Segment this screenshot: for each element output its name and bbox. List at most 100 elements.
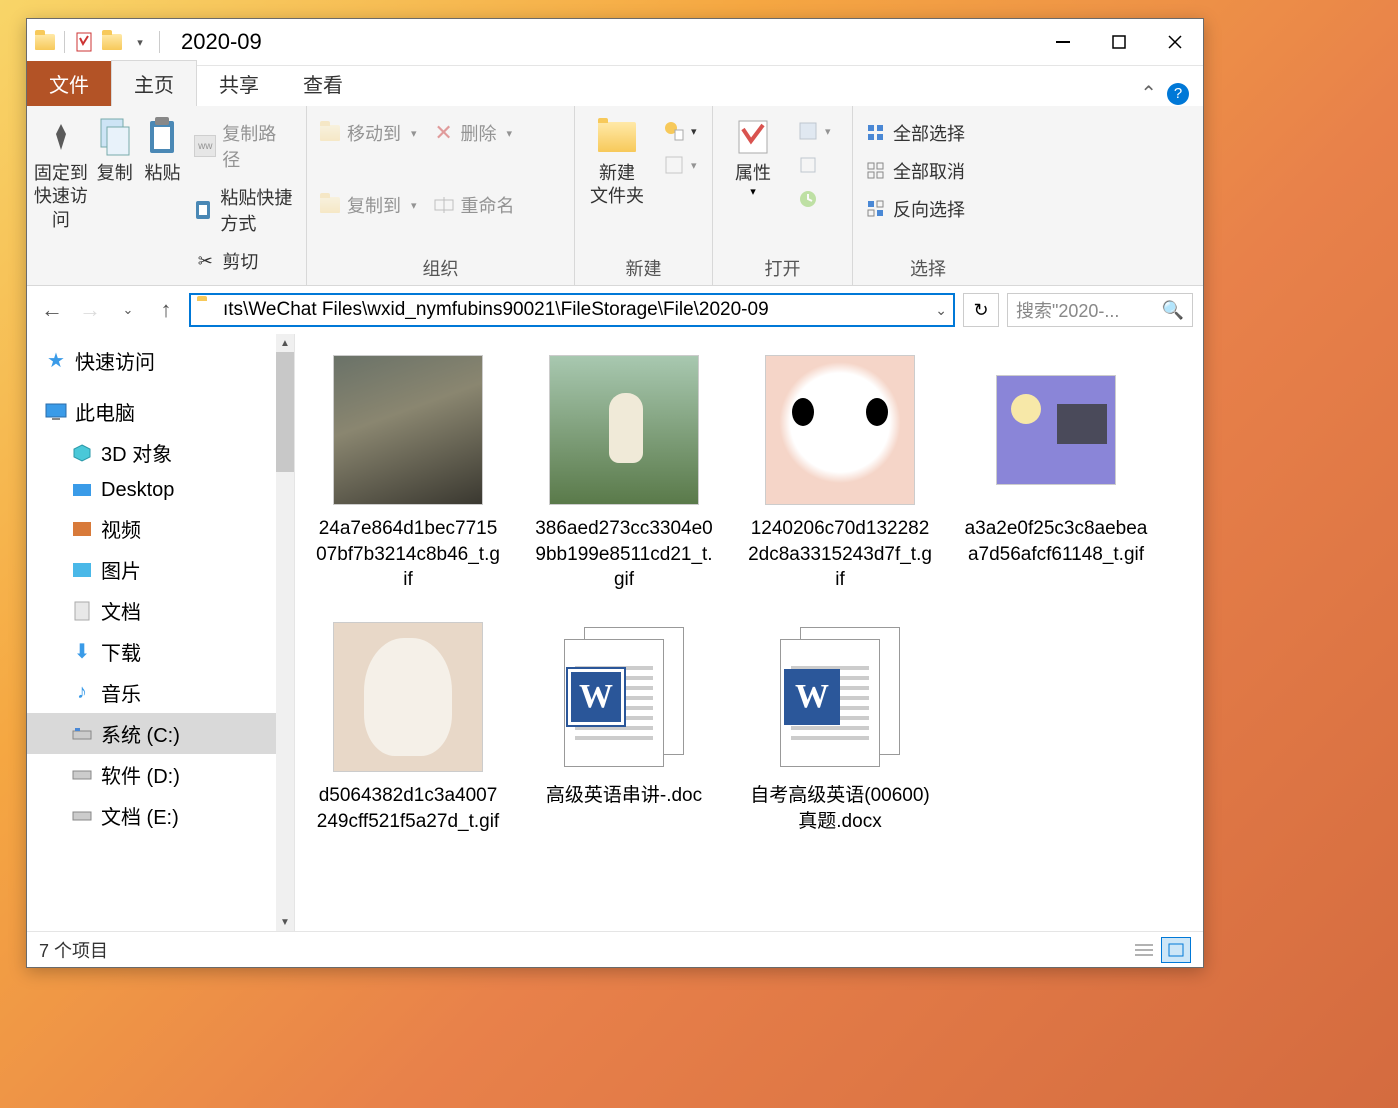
- drive-icon: [71, 764, 93, 786]
- newitem-button[interactable]: ▾: [657, 116, 703, 146]
- videos-icon: [71, 518, 93, 540]
- easyaccess-button[interactable]: ▾: [657, 150, 703, 180]
- file-name: 1240206c70d1322822dc8a3315243d7f_t.gif: [747, 516, 933, 593]
- tab-home[interactable]: 主页: [111, 60, 197, 106]
- sidebar-item-drive-d[interactable]: 软件 (D:): [27, 754, 294, 795]
- sidebar-item-pictures[interactable]: 图片: [27, 549, 294, 590]
- file-item[interactable]: W自考高级英语(00600)真题.docx: [747, 619, 933, 834]
- file-item[interactable]: 1240206c70d1322822dc8a3315243d7f_t.gif: [747, 352, 933, 593]
- paste-icon: [141, 116, 183, 158]
- organize-group-label: 组织: [313, 251, 568, 285]
- sidebar-item-documents[interactable]: 文档: [27, 590, 294, 631]
- file-item[interactable]: W高级英语串讲-.doc: [531, 619, 717, 834]
- scroll-thumb[interactable]: [276, 352, 294, 472]
- rename-button[interactable]: 重命名: [427, 188, 521, 222]
- delete-button[interactable]: ✕删除▾: [427, 116, 521, 150]
- file-list[interactable]: 24a7e864d1bec771507bf7b3214c8b46_t.gif38…: [295, 334, 1203, 931]
- sidebar-item-videos[interactable]: 视频: [27, 508, 294, 549]
- easyaccess-icon: [663, 154, 685, 176]
- file-item[interactable]: d5064382d1c3a4007249cff521f5a27d_t.gif: [315, 619, 501, 834]
- tab-file[interactable]: 文件: [27, 61, 111, 106]
- address-dropdown-icon[interactable]: ⌄: [935, 302, 947, 319]
- copyto-button[interactable]: 复制到▾: [313, 188, 423, 222]
- view-icons-button[interactable]: [1161, 937, 1191, 963]
- file-name: a3a2e0f25c3c8aebeaa7d56afcf61148_t.gif: [963, 516, 1149, 567]
- explorer-window: ▾ 2020-09 文件 主页 共享 查看 ⌃ ? 固定到快速访问: [26, 18, 1204, 968]
- file-thumbnail: W: [546, 619, 702, 775]
- moveto-button[interactable]: 移动到▾: [313, 116, 423, 150]
- qat-properties-icon[interactable]: [72, 30, 96, 54]
- file-thumbnail: W: [762, 619, 918, 775]
- help-icon[interactable]: ?: [1167, 83, 1189, 105]
- downloads-icon: ⬇: [71, 641, 93, 663]
- cut-button[interactable]: ✂剪切: [188, 244, 300, 278]
- navbar: ← → ⌄ ↑ ıts\WeChat Files\wxid_nymfubins9…: [27, 286, 1203, 334]
- selectnone-button[interactable]: 全部取消: [859, 154, 971, 188]
- close-button[interactable]: [1147, 19, 1203, 66]
- open-button[interactable]: ▾: [791, 116, 837, 146]
- pasteshortcut-button[interactable]: 粘贴快捷方式: [188, 180, 300, 240]
- view-details-button[interactable]: [1129, 937, 1159, 963]
- star-icon: ★: [45, 350, 67, 372]
- drive-icon: [71, 723, 93, 745]
- pictures-icon: [71, 559, 93, 581]
- selectnone-icon: [865, 160, 887, 182]
- statusbar: 7 个项目: [27, 931, 1203, 967]
- qat-folder-icon[interactable]: [100, 30, 124, 54]
- delete-icon: ✕: [433, 122, 455, 144]
- back-button[interactable]: ←: [37, 295, 67, 325]
- newitem-icon: [663, 120, 685, 142]
- properties-button[interactable]: 属性 ▾: [719, 110, 787, 198]
- edit-icon: [797, 154, 819, 176]
- pin-quickaccess-button[interactable]: 固定到快速访问: [33, 110, 89, 232]
- edit-button[interactable]: [791, 150, 837, 180]
- desktop-icon: [71, 480, 93, 502]
- history-button[interactable]: [791, 184, 837, 214]
- file-thumbnail: [978, 352, 1134, 508]
- sidebar-scrollbar[interactable]: ▲ ▼: [276, 334, 294, 931]
- sidebar-item-desktop[interactable]: Desktop: [27, 473, 294, 508]
- file-item[interactable]: 386aed273cc3304e09bb199e8511cd21_t.gif: [531, 352, 717, 593]
- sidebar-item-thispc[interactable]: 此电脑: [27, 391, 294, 432]
- qat-dropdown-icon[interactable]: ▾: [128, 30, 152, 54]
- folder-icon: [33, 30, 57, 54]
- documents-icon: [71, 600, 93, 622]
- invertsel-icon: [865, 198, 887, 220]
- sidebar-item-music[interactable]: ♪音乐: [27, 672, 294, 713]
- search-box[interactable]: 搜索"2020-... 🔍: [1007, 293, 1193, 327]
- selectall-icon: [865, 122, 887, 144]
- sidebar-item-3dobjects[interactable]: 3D 对象: [27, 432, 294, 473]
- up-button[interactable]: ↑: [151, 295, 181, 325]
- sidebar-item-downloads[interactable]: ⬇下载: [27, 631, 294, 672]
- selectall-button[interactable]: 全部选择: [859, 116, 971, 150]
- copy-icon: [94, 116, 136, 158]
- file-thumbnail: [330, 619, 486, 775]
- search-icon: 🔍: [1162, 300, 1184, 321]
- paste-button[interactable]: 粘贴: [141, 110, 185, 185]
- sidebar-item-drive-e[interactable]: 文档 (E:): [27, 795, 294, 836]
- address-bar[interactable]: ıts\WeChat Files\wxid_nymfubins90021\Fil…: [189, 293, 955, 327]
- file-item[interactable]: a3a2e0f25c3c8aebeaa7d56afcf61148_t.gif: [963, 352, 1149, 593]
- search-placeholder: 搜索"2020-...: [1016, 297, 1156, 323]
- ribbon-tabs: 文件 主页 共享 查看 ⌃ ?: [27, 66, 1203, 106]
- minimize-button[interactable]: [1035, 19, 1091, 66]
- maximize-button[interactable]: [1091, 19, 1147, 66]
- file-item[interactable]: 24a7e864d1bec771507bf7b3214c8b46_t.gif: [315, 352, 501, 593]
- scroll-up-icon[interactable]: ▲: [276, 334, 294, 352]
- collapse-ribbon-icon[interactable]: ⌃: [1140, 81, 1157, 106]
- cube-icon: [71, 442, 93, 464]
- history-dropdown[interactable]: ⌄: [113, 295, 143, 325]
- window-title: 2020-09: [181, 29, 262, 55]
- newfolder-button[interactable]: 新建 文件夹: [581, 110, 653, 209]
- refresh-button[interactable]: ↻: [963, 293, 999, 327]
- copy-button[interactable]: 复制: [93, 110, 137, 185]
- window-controls: [1035, 19, 1203, 66]
- copypath-button[interactable]: ww复制路径: [188, 116, 300, 176]
- invertsel-button[interactable]: 反向选择: [859, 192, 971, 226]
- file-thumbnail: [330, 352, 486, 508]
- sidebar-item-quickaccess[interactable]: ★快速访问: [27, 340, 294, 381]
- tab-share[interactable]: 共享: [197, 61, 281, 106]
- sidebar-item-drive-c[interactable]: 系统 (C:): [27, 713, 294, 754]
- tab-view[interactable]: 查看: [281, 61, 365, 106]
- scroll-down-icon[interactable]: ▼: [276, 913, 294, 931]
